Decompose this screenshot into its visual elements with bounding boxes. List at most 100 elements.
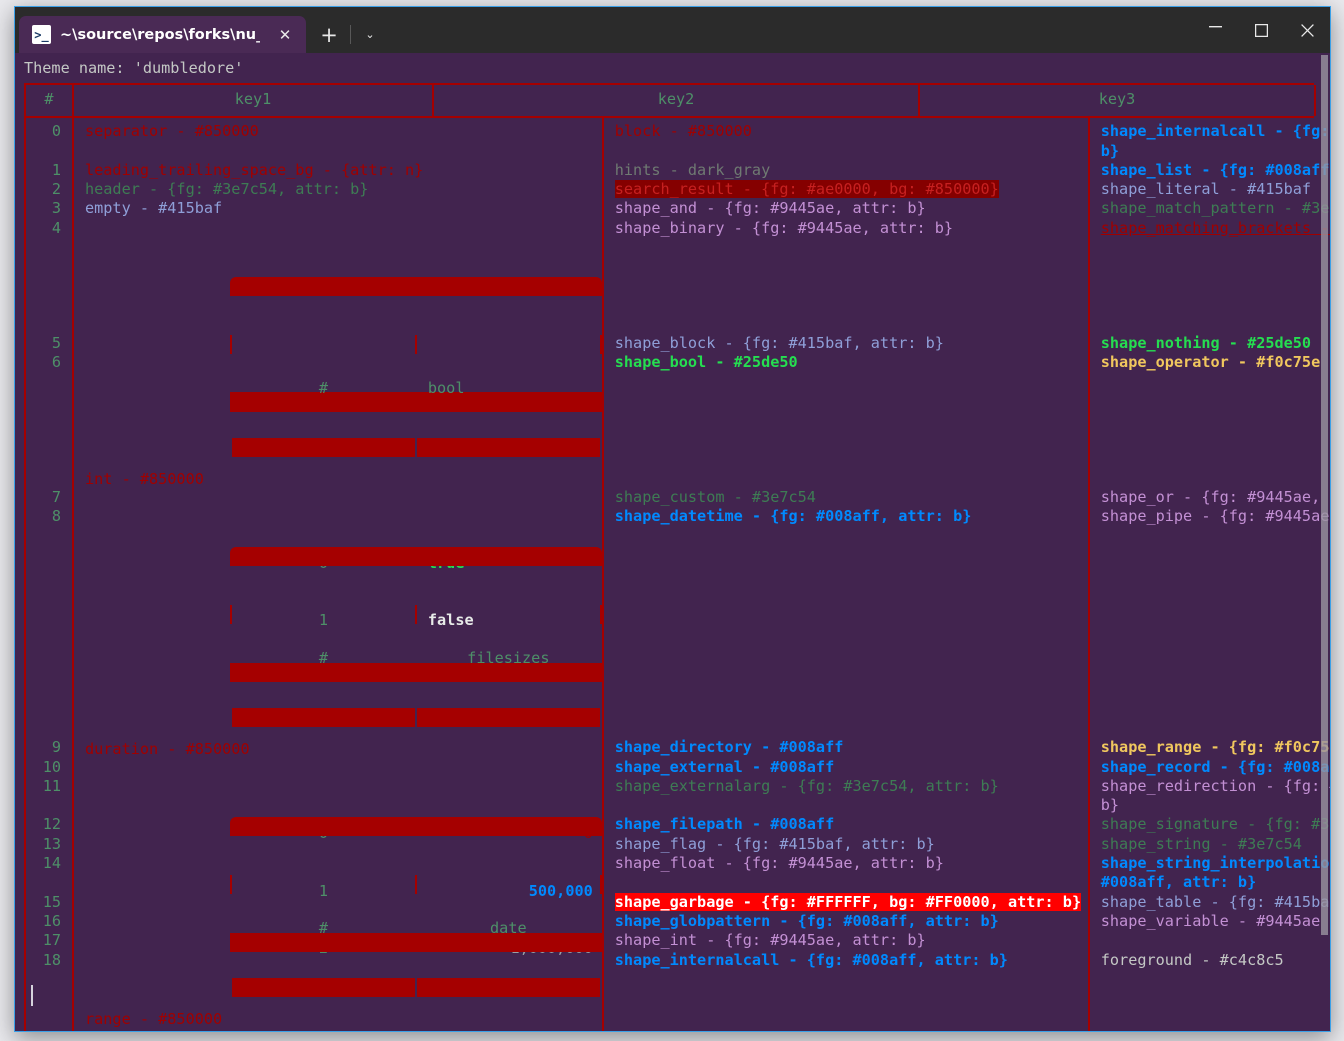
- row-index: 16: [42, 911, 61, 930]
- new-tab-button[interactable]: +: [312, 16, 346, 53]
- entry-shape-bool: shape_bool - #25de50: [614, 353, 798, 372]
- row-index: 12: [42, 815, 61, 834]
- key1-lines: separator - #850000 leading_trailing_spa…: [74, 122, 602, 1031]
- entry-shape-externalarg: shape_externalarg - {fg: #3e7c54, attr: …: [614, 776, 999, 795]
- entry-foreground: foreground - #c4c8c5: [1100, 950, 1284, 969]
- tab-nu-script[interactable]: >_ ~\source\repos\forks\nu_scrip ✕: [19, 16, 306, 53]
- subtable-header-sep2: [416, 707, 600, 728]
- entry-shape-match-pattern: shape_match_pattern - #3e7c54: [1100, 199, 1330, 218]
- gap-filesizes-table: [615, 373, 1088, 488]
- key2-lines: block - #850000 hints - dark_gray search…: [604, 122, 1088, 970]
- table-body-row: 0 1 2 3 4 5 6 7 8 9 10 11 12 13 14 15 16…: [24, 118, 1330, 1031]
- entry-shape-directory: shape_directory - #008aff: [614, 738, 844, 757]
- entry-hints: hints - dark_gray: [614, 160, 771, 179]
- entry-shape-internalcall: shape_internalcall - {fg: #008aff, attr:…: [1100, 122, 1330, 160]
- gap-date-table: [1101, 526, 1330, 738]
- row-index: 4: [51, 218, 61, 237]
- subtable-header-sep: [232, 437, 415, 458]
- subtable-header-filesizes: filesizes: [467, 649, 550, 668]
- subtable-grid: # 0 1 2: [230, 604, 602, 957]
- header-key2: key2: [657, 90, 695, 109]
- header-index: #: [44, 90, 54, 109]
- border-right: [1314, 85, 1316, 117]
- subtable-header-bool: bool: [427, 379, 465, 398]
- window-controls: [1192, 7, 1330, 53]
- subtable-value-col: bool true false: [416, 335, 600, 629]
- key3-column: shape_internalcall - {fg: #008aff, attr:…: [1090, 118, 1330, 1031]
- entry-shape-string: shape_string - #3e7c54: [1100, 834, 1302, 853]
- row-index: 6: [51, 353, 61, 372]
- theme-name-line: Theme name: 'dumbledore': [24, 59, 244, 77]
- subtable-header-sep2: [416, 978, 600, 998]
- entry-search-result: search_result - {fg: #ae0000, bg: #85000…: [614, 180, 999, 199]
- entry-shape-float: shape_float - {fg: #9445ae, attr: b}: [614, 854, 944, 873]
- row-index: 10: [42, 757, 61, 776]
- entry-shape-table: shape_table - {fg: #415baf, attr: b}: [1100, 892, 1330, 911]
- entry-shape-datetime: shape_datetime - {fg: #008aff, attr: b}: [614, 506, 972, 525]
- subtable-bool-wrapper: # 0 1 bool: [85, 219, 602, 629]
- entry-shape-operator: shape_operator - #f0c75e: [1100, 353, 1321, 372]
- terminal-cursor: [31, 985, 33, 1006]
- entry-shape-internalcall: shape_internalcall - {fg: #008aff, attr:…: [614, 950, 1008, 969]
- subtable-header-index: #: [318, 649, 329, 668]
- entry-shape-redirection: shape_redirection - {fg: #9445ae, attr: …: [1100, 776, 1330, 815]
- subtable-top-border: [230, 276, 602, 296]
- subtable-header-sep: [232, 978, 415, 998]
- row-spacer: [26, 526, 61, 738]
- chevron-down-icon[interactable]: ⌄: [355, 16, 385, 53]
- entry-header: header - {fg: #3e7c54, attr: b}: [85, 180, 369, 199]
- close-window-button[interactable]: [1284, 7, 1330, 53]
- tab-strip: >_ ~\source\repos\forks\nu_scrip ✕ + ⌄: [15, 7, 385, 53]
- entry-shape-custom: shape_custom - #3e7c54: [614, 487, 816, 506]
- subtable-bool: # 0 1 bool: [230, 238, 602, 629]
- tab-title: ~\source\repos\forks\nu_scrip: [60, 26, 260, 43]
- row-index: 17: [42, 931, 61, 950]
- scrollbar-thumb[interactable]: [1321, 55, 1328, 935]
- row-index: 3: [51, 199, 61, 218]
- entry-block: block - #850000: [614, 122, 752, 141]
- row-spacer: [26, 796, 61, 815]
- row-index: 9: [51, 738, 61, 757]
- close-tab-icon[interactable]: ✕: [274, 24, 296, 46]
- terminal-body[interactable]: Theme name: 'dumbledore' # key1 key2 key…: [15, 53, 1330, 1031]
- terminal-icon: >_: [32, 25, 51, 44]
- subtable-value-col: date 30 minutes ago 3 hours ago a day ag…: [416, 875, 600, 998]
- row-index: 13: [42, 834, 61, 853]
- entry-shape-list: shape_list - {fg: #008aff, attr: b}: [1100, 160, 1330, 179]
- maximize-button[interactable]: [1238, 7, 1284, 53]
- title-bar: >_ ~\source\repos\forks\nu_scrip ✕ + ⌄: [15, 7, 1330, 53]
- entry-shape-and: shape_and - {fg: #9445ae, attr: b}: [614, 199, 926, 218]
- row-index: 11: [42, 776, 61, 795]
- subtable-header-index: #: [318, 919, 329, 938]
- theme-table: # key1 key2 key3 0 1 2 3 4 5 6 7 8 9 10 …: [24, 83, 1330, 1031]
- subtable-header-sep2: [416, 437, 600, 458]
- row-index: 2: [51, 180, 61, 199]
- tab-separator: [350, 25, 351, 44]
- subtable-value-col: filesizes 0 500,000 1,000,000: [416, 605, 600, 957]
- gap-filesizes-table: [1101, 373, 1330, 488]
- row-index: 15: [42, 892, 61, 911]
- subtable-top-border: [230, 816, 602, 837]
- entry-shape-record: shape_record - {fg: #008aff, attr: b}: [1100, 757, 1330, 776]
- header-key3: key3: [1098, 90, 1136, 109]
- subtable-top-border: [230, 546, 602, 567]
- entry-shape-or: shape_or - {fg: #9445ae, attr: b}: [1100, 487, 1330, 506]
- gap-date-table: [615, 526, 1088, 738]
- row-spacer: [26, 873, 61, 892]
- subtable-index-col: # 0 1 2: [232, 605, 415, 957]
- entry-shape-garbage-wrapper: shape_garbage - {fg: #FFFFFF, bg: #FF000…: [614, 892, 1088, 912]
- minimize-button[interactable]: [1192, 7, 1238, 53]
- subtable-header-index: #: [318, 379, 329, 398]
- gap-bool-table: [1101, 238, 1330, 334]
- entry-shape-garbage: shape_garbage - {fg: #FFFFFF, bg: #FF000…: [614, 892, 1082, 911]
- subtable-date: # 0 1 2 3 4 5 6: [230, 778, 602, 998]
- entry-shape-matching-brackets: shape_matching_brackets - {attr: u}: [1100, 218, 1330, 237]
- entry-shape-external: shape_external - #008aff: [614, 757, 835, 776]
- entry-shape-binary: shape_binary - {fg: #9445ae, attr: b}: [614, 218, 954, 237]
- key3-lines: shape_internalcall - {fg: #008aff, attr:…: [1090, 122, 1330, 970]
- entry-search-result-wrapper: search_result - {fg: #ae0000, bg: #85000…: [614, 180, 1088, 199]
